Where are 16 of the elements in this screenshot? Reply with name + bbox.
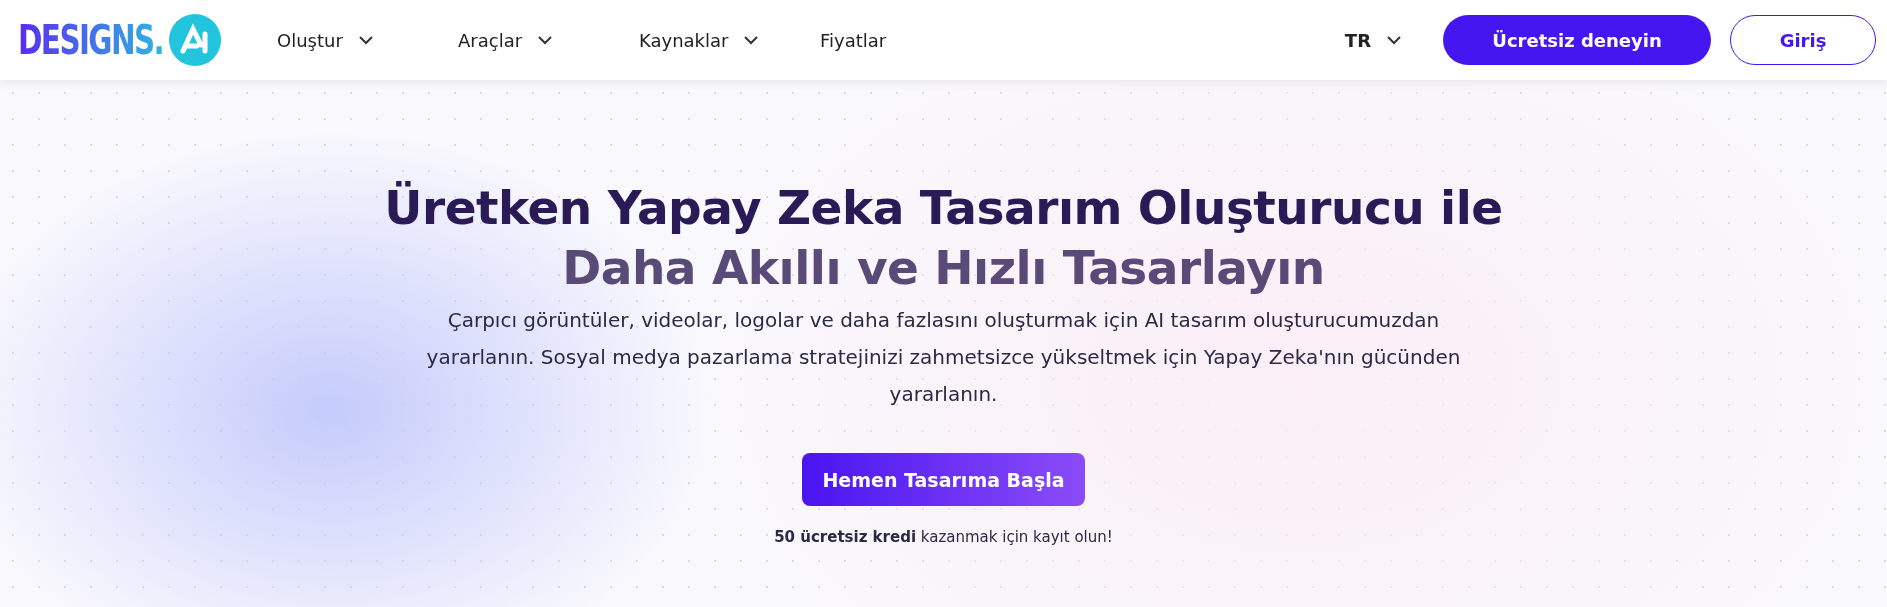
logo-mark-icon [169, 14, 221, 66]
start-design-button[interactable]: Hemen Tasarıma Başla [802, 453, 1085, 506]
chevron-down-icon [744, 35, 759, 45]
language-selector[interactable]: TR [1344, 29, 1401, 51]
chevron-down-icon [358, 35, 373, 45]
chevron-down-icon [538, 35, 553, 45]
nav-menu-item[interactable]: Araçlar [458, 29, 639, 51]
hero-description: Çarpıcı görüntüler, videolar, logolar ve daha fazlasını oluşturmak için AI tasarım oluşturucumuzdan yararlanın. Sosyal medya pazarlama stratejinizi zahmetsizce yükseltmek için Yapay Zeka'nın gücünden yararlanın. [425, 307, 1462, 408]
nav-menu-item[interactable]: Oluştur [277, 29, 458, 51]
hero-title: Üretken Yapay Zeka Tasarım Oluşturucu ile Daha Akıllı ve Hızlı Tasarlayın [384, 179, 1503, 297]
login-button[interactable]: Giriş [1730, 15, 1876, 65]
free-trial-button[interactable]: Ücretsiz deneyin [1443, 15, 1711, 65]
nav-menu-item[interactable]: Fiyatlar [820, 29, 1001, 51]
nav-menu-item[interactable]: Kaynaklar [639, 29, 820, 51]
chevron-down-icon [1387, 35, 1401, 45]
signup-note: 50 ücretsiz kredi kazanmak için kayıt olun! [774, 528, 1113, 546]
